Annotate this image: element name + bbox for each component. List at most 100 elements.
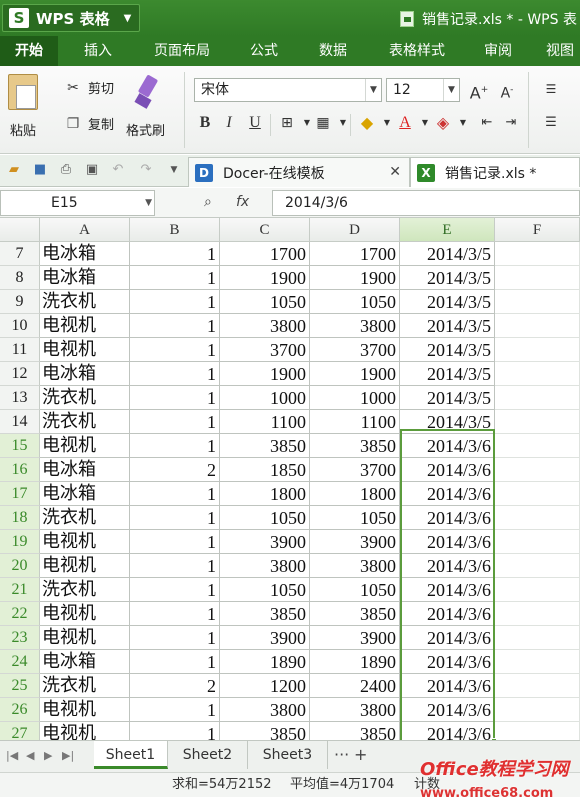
cell-quantity[interactable]: 1: [130, 602, 220, 626]
cell-quantity[interactable]: 1: [130, 530, 220, 554]
cell-empty[interactable]: [495, 338, 580, 362]
cell-product[interactable]: 洗衣机: [40, 410, 130, 434]
cell-unit-price[interactable]: 1900: [220, 362, 310, 386]
cell-quantity[interactable]: 2: [130, 674, 220, 698]
increase-indent-icon[interactable]: ⇥: [500, 112, 522, 134]
cell-quantity[interactable]: 1: [130, 266, 220, 290]
close-icon[interactable]: ✕: [389, 164, 401, 180]
row-header[interactable]: 24: [0, 650, 40, 674]
sheet-tab-sheet2[interactable]: Sheet2: [168, 741, 248, 769]
cell-empty[interactable]: [495, 626, 580, 650]
cell-quantity[interactable]: 1: [130, 650, 220, 674]
cell-amount[interactable]: 3800: [310, 698, 400, 722]
cell-quantity[interactable]: 1: [130, 626, 220, 650]
cell-quantity[interactable]: 1: [130, 242, 220, 266]
cell-unit-price[interactable]: 3900: [220, 626, 310, 650]
cell-amount[interactable]: 3700: [310, 338, 400, 362]
cell-empty[interactable]: [495, 698, 580, 722]
cell-unit-price[interactable]: 3700: [220, 338, 310, 362]
cell-empty[interactable]: [495, 290, 580, 314]
cell-amount[interactable]: 1050: [310, 578, 400, 602]
merge-cells-icon[interactable]: ▦: [312, 112, 334, 134]
row-header[interactable]: 20: [0, 554, 40, 578]
row-header[interactable]: 18: [0, 506, 40, 530]
row-header[interactable]: 12: [0, 362, 40, 386]
cell-date[interactable]: 2014/3/5: [400, 290, 495, 314]
cell-amount[interactable]: 3850: [310, 434, 400, 458]
cell-amount[interactable]: 1900: [310, 266, 400, 290]
cell-amount[interactable]: 3800: [310, 314, 400, 338]
first-sheet-icon[interactable]: |◀: [6, 749, 18, 762]
cell-product[interactable]: 电冰箱: [40, 266, 130, 290]
tab-insert[interactable]: 插入: [70, 36, 126, 66]
cell-empty[interactable]: [495, 458, 580, 482]
row-header[interactable]: 9: [0, 290, 40, 314]
bold-button[interactable]: B: [194, 112, 216, 134]
cell-product[interactable]: 洗衣机: [40, 290, 130, 314]
row-header[interactable]: 13: [0, 386, 40, 410]
cell-date[interactable]: 2014/3/5: [400, 314, 495, 338]
more-sheets-button[interactable]: ···: [334, 745, 349, 764]
cell-amount[interactable]: 3850: [310, 722, 400, 740]
cell-unit-price[interactable]: 3800: [220, 314, 310, 338]
cell-date[interactable]: 2014/3/6: [400, 482, 495, 506]
font-color-icon[interactable]: A: [394, 112, 416, 134]
row-header[interactable]: 15: [0, 434, 40, 458]
doc-tab-sales[interactable]: X 销售记录.xls *: [410, 157, 580, 187]
cell-empty[interactable]: [495, 266, 580, 290]
cell-date[interactable]: 2014/3/5: [400, 362, 495, 386]
sheet-tab-sheet3[interactable]: Sheet3: [248, 741, 328, 769]
cell-unit-price[interactable]: 3850: [220, 602, 310, 626]
cell-product[interactable]: 电冰箱: [40, 482, 130, 506]
cell-date[interactable]: 2014/3/6: [400, 578, 495, 602]
tab-review[interactable]: 审阅: [472, 36, 524, 66]
cell-product[interactable]: 电视机: [40, 530, 130, 554]
cell-amount[interactable]: 1050: [310, 506, 400, 530]
cell-empty[interactable]: [495, 554, 580, 578]
cell-empty[interactable]: [495, 530, 580, 554]
row-header[interactable]: 14: [0, 410, 40, 434]
add-sheet-button[interactable]: +: [354, 745, 367, 764]
cell-empty[interactable]: [495, 602, 580, 626]
cell-unit-price[interactable]: 3800: [220, 554, 310, 578]
cell-amount[interactable]: 3800: [310, 554, 400, 578]
cell-empty[interactable]: [495, 578, 580, 602]
save-icon[interactable]: ■: [32, 162, 48, 178]
zoom-search-icon[interactable]: ⌕: [204, 194, 212, 210]
row-header[interactable]: 21: [0, 578, 40, 602]
next-sheet-icon[interactable]: ▶: [44, 749, 52, 762]
decrease-indent-icon[interactable]: ⇤: [476, 112, 498, 134]
cell-unit-price[interactable]: 1050: [220, 290, 310, 314]
cell-quantity[interactable]: 1: [130, 386, 220, 410]
last-sheet-icon[interactable]: ▶|: [62, 749, 74, 762]
cell-product[interactable]: 电冰箱: [40, 458, 130, 482]
cell-quantity[interactable]: 1: [130, 722, 220, 740]
clear-format-icon[interactable]: ◈: [432, 112, 454, 134]
column-header[interactable]: A: [40, 218, 130, 242]
tab-data[interactable]: 数据: [306, 36, 360, 66]
cell-unit-price[interactable]: 3900: [220, 530, 310, 554]
tab-page-layout[interactable]: 页面布局: [142, 36, 222, 66]
row-header[interactable]: 27: [0, 722, 40, 740]
doc-tab-docer[interactable]: D Docer-在线模板 ✕: [188, 157, 410, 187]
tab-table-style[interactable]: 表格样式: [376, 36, 458, 66]
cell-product[interactable]: 电视机: [40, 626, 130, 650]
row-header[interactable]: 17: [0, 482, 40, 506]
format-painter-button[interactable]: 格式刷: [126, 74, 165, 139]
prev-sheet-icon[interactable]: ◀: [26, 749, 34, 762]
cell-date[interactable]: 2014/3/6: [400, 530, 495, 554]
cell-amount[interactable]: 1700: [310, 242, 400, 266]
cell-empty[interactable]: [495, 722, 580, 740]
print-icon[interactable]: ⎙: [58, 162, 74, 178]
cell-date[interactable]: 2014/3/6: [400, 650, 495, 674]
cell-amount[interactable]: 2400: [310, 674, 400, 698]
align-left-icon[interactable]: ☰: [540, 112, 562, 134]
row-header[interactable]: 8: [0, 266, 40, 290]
cell-date[interactable]: 2014/3/6: [400, 698, 495, 722]
cell-unit-price[interactable]: 1900: [220, 266, 310, 290]
cell-unit-price[interactable]: 3850: [220, 434, 310, 458]
paste-button[interactable]: 粘贴: [8, 74, 38, 139]
cell-date[interactable]: 2014/3/5: [400, 338, 495, 362]
cell-product[interactable]: 洗衣机: [40, 386, 130, 410]
row-header[interactable]: 10: [0, 314, 40, 338]
